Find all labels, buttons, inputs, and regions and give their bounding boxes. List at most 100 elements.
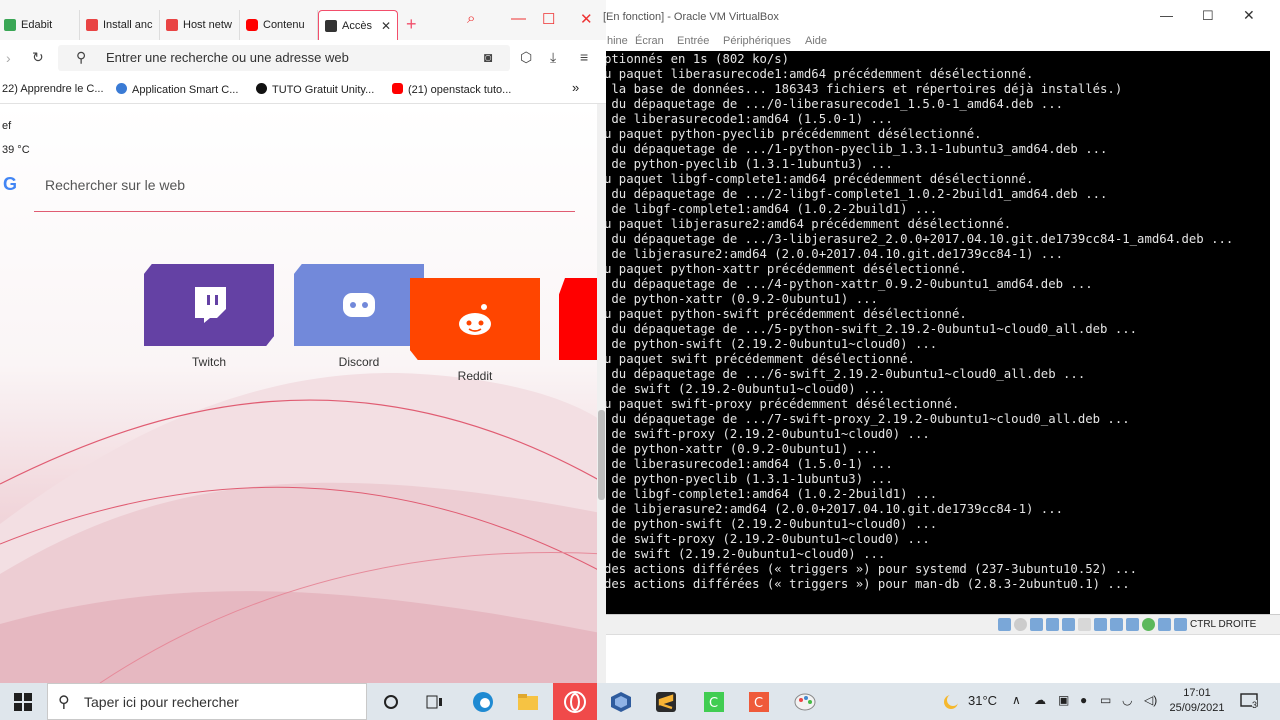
maximize-icon[interactable]: ☐: [542, 10, 555, 28]
display-icon[interactable]: [1094, 618, 1107, 631]
tab-contenu[interactable]: Contenu: [240, 10, 318, 40]
terminal-line: u paquet swift précédemment désélectionn…: [606, 352, 915, 366]
address-input[interactable]: Entrer une recherche ou une adresse web: [106, 50, 349, 65]
vm-terminal[interactable]: ptionnés en 1s (802 ko/s) u paquet libera…: [606, 51, 1270, 614]
speed-dial-icon: [325, 19, 337, 32]
task-view-icon[interactable]: [423, 690, 447, 714]
keyboard-icon[interactable]: [1174, 618, 1187, 631]
search-tabs-icon[interactable]: ⌕: [467, 10, 475, 27]
guest-additions-icon[interactable]: [1142, 618, 1155, 631]
edge-icon[interactable]: [471, 690, 495, 714]
taskbar: ⚲ Taper ici pour rechercher C C 31°C ∧ ☁…: [0, 683, 1280, 720]
bookmark-label: Application Smart C...: [132, 84, 239, 96]
menu-machine[interactable]: hine: [607, 35, 628, 47]
notifications-icon[interactable]: 3: [1238, 690, 1262, 714]
weather-temperature[interactable]: 31°C: [968, 693, 997, 708]
tab-acces[interactable]: Accès ✕: [318, 10, 398, 40]
cpu-icon[interactable]: [1126, 618, 1139, 631]
reload-icon[interactable]: ↻: [32, 49, 44, 66]
system-clock[interactable]: 17:01 25/09/2021: [1168, 686, 1226, 716]
cloud-icon[interactable]: ☁: [1034, 693, 1046, 707]
terminal-line: de python-pyeclib (1.3.1-1ubuntu3) ...: [606, 472, 893, 486]
menu-icon[interactable]: ≡: [580, 49, 588, 65]
tray-expand-icon[interactable]: ∧: [1012, 693, 1021, 707]
device-icon[interactable]: ▣: [1058, 693, 1069, 707]
volume-icon[interactable]: ◁): [1144, 693, 1157, 707]
scrollbar-thumb[interactable]: [598, 410, 605, 500]
close-window-icon[interactable]: ✕: [1243, 7, 1255, 24]
virtualbox-icon[interactable]: [609, 690, 633, 714]
close-tab-icon[interactable]: ✕: [381, 19, 391, 33]
taskbar-search-input[interactable]: Taper ici pour rechercher: [84, 694, 239, 710]
tab-label: Contenu: [263, 19, 305, 31]
menu-ecran[interactable]: Écran: [635, 35, 664, 47]
terminal-line: de libgf-complete1:amd64 (1.0.2-2build1)…: [606, 487, 938, 501]
qt-creator-icon[interactable]: C: [702, 690, 726, 714]
camera-icon[interactable]: ◙: [484, 49, 492, 65]
sublime-icon[interactable]: [654, 690, 678, 714]
host-key-label: CTRL DROITE: [1190, 619, 1257, 630]
menu-aide[interactable]: Aide: [805, 35, 827, 47]
forward-icon[interactable]: ›: [6, 50, 11, 66]
virtualbox-menu-bar: hine Écran Entrée Périphériques Aide: [606, 33, 1280, 51]
network-icon[interactable]: ◡: [1122, 693, 1132, 707]
tab-install[interactable]: Install anc: [80, 10, 160, 40]
opera-icon[interactable]: [563, 690, 587, 714]
paint-icon[interactable]: [793, 690, 817, 714]
terminal-line: de swift-proxy (2.19.2-0ubuntu1~cloud0) …: [606, 532, 930, 546]
notification-count: 3: [1252, 700, 1258, 710]
download-icon[interactable]: ⤓: [550, 49, 556, 66]
scrollbar[interactable]: [597, 104, 606, 683]
site-icon: [86, 19, 98, 31]
terminal-line: du dépaquetage de .../0-liberasurecode1_…: [606, 97, 1064, 111]
youtube-icon: [392, 83, 403, 94]
tab-host-network[interactable]: Host netw: [160, 10, 240, 40]
minimize-icon[interactable]: —: [511, 10, 526, 27]
bookmarks-more-button[interactable]: »: [572, 80, 579, 95]
bookmark-label: TUTO Gratuit Unity...: [272, 84, 375, 96]
speed-dial-reddit[interactable]: [410, 278, 540, 360]
site-icon: [166, 19, 178, 31]
svg-text:C: C: [754, 696, 763, 711]
codeblocks-icon[interactable]: C: [747, 690, 771, 714]
bookmark-item[interactable]: TUTO Gratuit Unity...: [256, 83, 374, 96]
hard-disk-icon[interactable]: [998, 618, 1011, 631]
terminal-line: du dépaquetage de .../7-swift-proxy_2.19…: [606, 412, 1130, 426]
weather-icon[interactable]: [939, 690, 963, 714]
menu-entree[interactable]: Entrée: [677, 35, 709, 47]
terminal-line: de python-xattr (0.9.2-0ubuntu1) ...: [606, 442, 878, 456]
speed-dial-twitch[interactable]: [144, 264, 274, 346]
tab-edabit[interactable]: Edabit: [0, 10, 80, 40]
maximize-icon[interactable]: ☐: [1202, 8, 1214, 24]
microphone-icon[interactable]: ●: [1080, 693, 1087, 707]
terminal-line: u paquet python-pyeclib précédemment dés…: [606, 127, 982, 141]
google-icon: G: [3, 174, 18, 194]
mouse-integration-icon[interactable]: [1158, 618, 1171, 631]
terminal-line: du dépaquetage de .../5-python-swift_2.1…: [606, 322, 1138, 336]
clock-time: 17:01: [1183, 687, 1211, 699]
box-icon[interactable]: ⬡: [520, 49, 532, 66]
speed-dial-discord[interactable]: [294, 264, 424, 346]
virtualbox-lower-area: [606, 634, 1280, 683]
network-icon[interactable]: [1046, 618, 1059, 631]
terminal-line: de libgf-complete1:amd64 (1.0.2-2build1)…: [606, 202, 938, 216]
start-button[interactable]: [14, 693, 32, 711]
close-window-icon[interactable]: ✕: [580, 10, 593, 28]
file-explorer-icon[interactable]: [516, 690, 540, 714]
shared-folders-icon[interactable]: [1078, 618, 1091, 631]
new-tab-button[interactable]: +: [406, 14, 417, 35]
minimize-icon[interactable]: —: [1160, 8, 1173, 23]
bookmark-item[interactable]: Application Smart C...: [116, 83, 238, 96]
menu-peripheriques[interactable]: Périphériques: [723, 35, 791, 47]
bookmark-item[interactable]: 22) Apprendre le C...: [2, 83, 104, 95]
battery-icon[interactable]: ▭: [1100, 693, 1111, 707]
audio-icon[interactable]: [1030, 618, 1043, 631]
terminal-line: de python-swift (2.19.2-0ubuntu1~cloud0)…: [606, 337, 938, 351]
optical-drive-icon[interactable]: [1014, 618, 1027, 631]
tab-label: Host netw: [183, 19, 232, 31]
usb-icon[interactable]: [1062, 618, 1075, 631]
video-capture-icon[interactable]: [1110, 618, 1123, 631]
bookmark-item[interactable]: (21) openstack tuto...: [392, 83, 511, 96]
cortana-icon[interactable]: [379, 690, 403, 714]
web-search-input[interactable]: Rechercher sur le web: [45, 177, 185, 193]
